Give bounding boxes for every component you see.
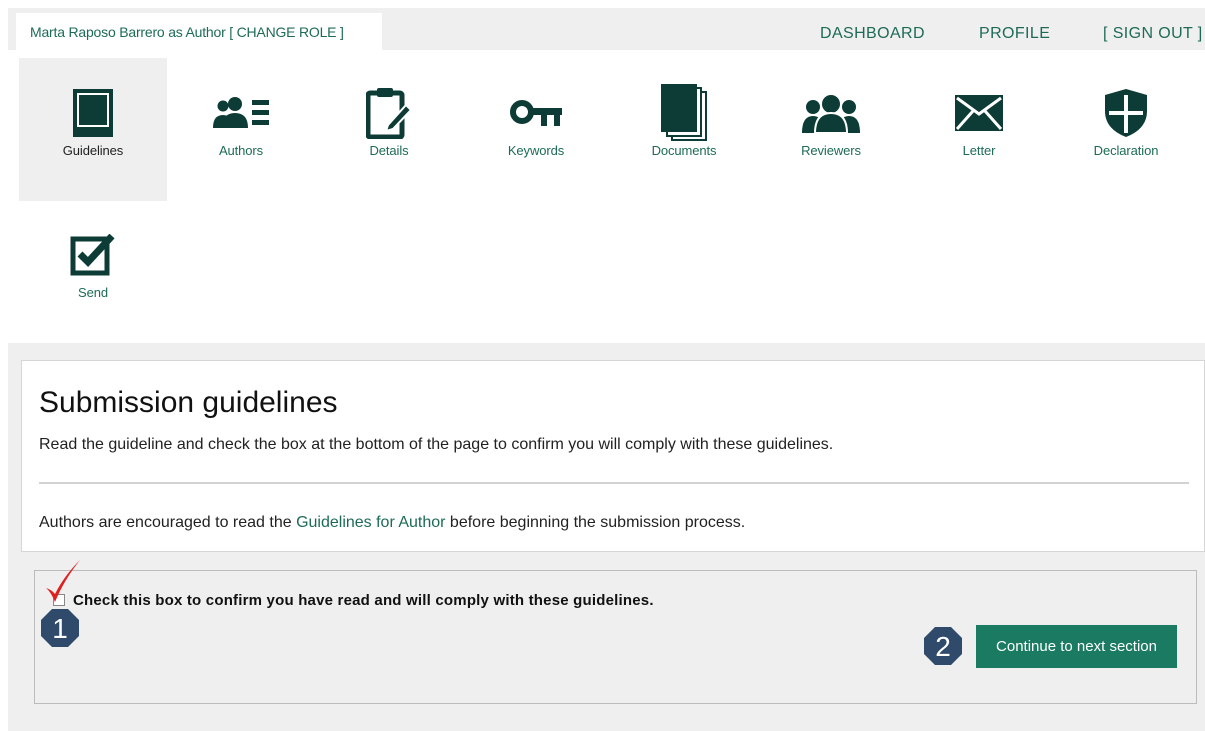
- clipboard-edit-icon: [359, 86, 419, 140]
- step-number-badge-2: 2: [924, 627, 962, 665]
- guidelines-panel: Submission guidelines Read the guideline…: [21, 360, 1205, 552]
- authors-note: Authors are encouraged to read the Guide…: [39, 514, 745, 532]
- sign-out-link[interactable]: [ SIGN OUT ]: [1103, 25, 1203, 43]
- dashboard-link[interactable]: DASHBOARD: [820, 25, 925, 43]
- red-check-annotation-icon: [46, 560, 80, 602]
- authors-card-icon: [211, 86, 271, 140]
- step-label: Documents: [651, 143, 717, 158]
- profile-link[interactable]: PROFILE: [979, 25, 1050, 43]
- guidelines-for-author-link[interactable]: Guidelines for Author: [296, 514, 445, 531]
- authors-note-text-end: before beginning the submission process.: [445, 514, 746, 531]
- continue-button[interactable]: Continue to next section: [976, 625, 1177, 668]
- step-label: Details: [369, 143, 409, 158]
- step-label: Send: [78, 285, 108, 300]
- step-documents[interactable]: Documents: [610, 58, 758, 201]
- step-label: Keywords: [507, 143, 565, 158]
- checkbox-send-icon: [63, 228, 123, 282]
- documents-stack-icon: [654, 84, 714, 141]
- step-label: Guidelines: [62, 143, 124, 158]
- guidelines-intro: Read the guideline and check the box at …: [39, 436, 834, 453]
- page-title: Submission guidelines: [39, 386, 338, 419]
- shield-icon: [1096, 86, 1156, 140]
- step-send[interactable]: Send: [19, 200, 167, 343]
- step-guidelines[interactable]: Guidelines: [19, 58, 167, 201]
- reviewers-group-icon: [801, 86, 861, 140]
- step-number-badge-1: 1: [41, 609, 79, 647]
- step-label: Letter: [962, 143, 996, 158]
- step-details[interactable]: Details: [315, 58, 463, 201]
- divider: [39, 482, 1189, 484]
- step-declaration[interactable]: Declaration: [1052, 58, 1200, 201]
- user-role-label[interactable]: Marta Raposo Barrero as Author [ CHANGE …: [16, 13, 382, 50]
- step-label: Authors: [218, 143, 264, 158]
- badge-2-number: 2: [935, 631, 951, 662]
- step-reviewers[interactable]: Reviewers: [757, 58, 905, 201]
- authors-note-text: Authors are encouraged to read the: [39, 514, 297, 531]
- step-label: Declaration: [1093, 143, 1159, 158]
- key-icon: [506, 86, 566, 140]
- book-icon: [63, 86, 123, 140]
- confirm-label[interactable]: Check this box to confirm you have read …: [73, 592, 654, 609]
- step-letter[interactable]: Letter: [905, 58, 1053, 201]
- envelope-icon: [949, 86, 1009, 140]
- step-label: Reviewers: [801, 143, 861, 158]
- step-keywords[interactable]: Keywords: [462, 58, 610, 201]
- badge-1-number: 1: [52, 613, 68, 644]
- step-authors[interactable]: Authors: [167, 58, 315, 201]
- top-bar: Marta Raposo Barrero as Author [ CHANGE …: [8, 8, 1205, 50]
